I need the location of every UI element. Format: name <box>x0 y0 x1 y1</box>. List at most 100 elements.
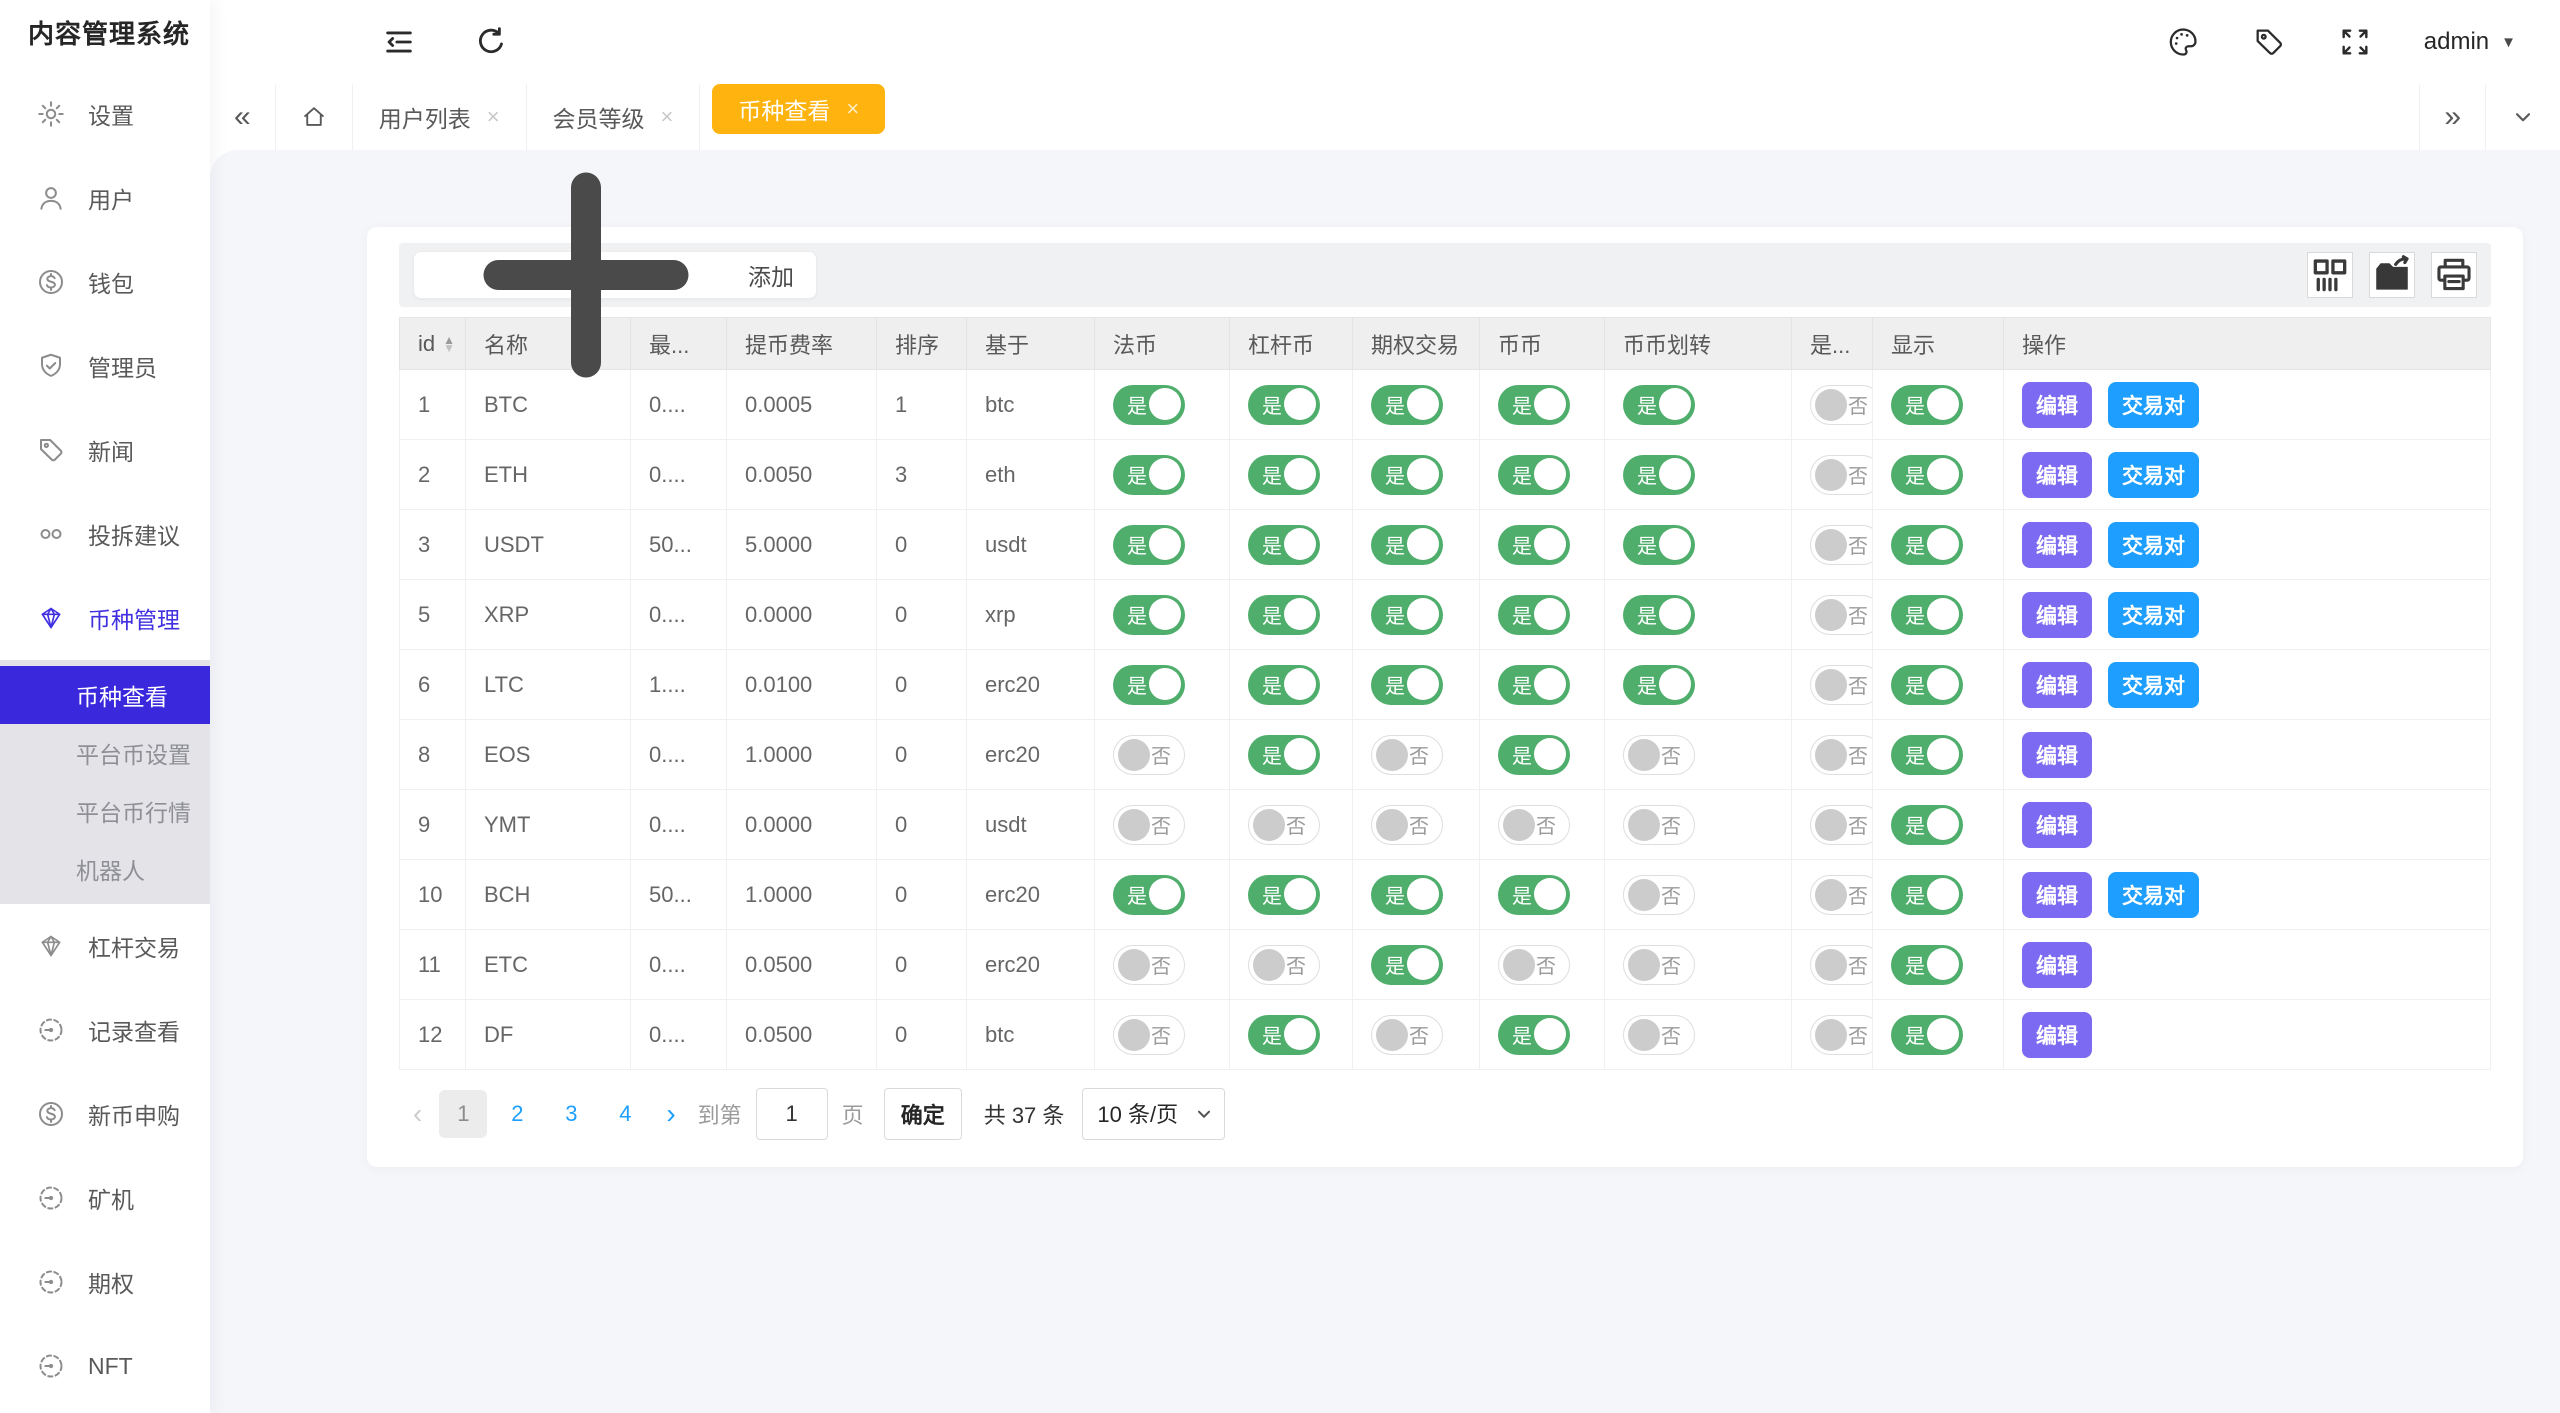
edit-button[interactable]: 编辑 <box>2022 732 2092 778</box>
sidebar-item[interactable]: 记录查看 <box>0 988 210 1072</box>
sidebar-item[interactable]: NFT <box>0 1324 210 1408</box>
user-menu[interactable]: admin ▼ <box>2424 28 2516 56</box>
edit-button[interactable]: 编辑 <box>2022 452 2092 498</box>
edit-button[interactable]: 编辑 <box>2022 872 2092 918</box>
toggle-yes[interactable]: 是 <box>1891 385 1963 425</box>
edit-button[interactable]: 编辑 <box>2022 592 2092 638</box>
toggle-yes[interactable]: 是 <box>1248 525 1320 565</box>
toggle-no[interactable]: 否 <box>1371 1015 1443 1055</box>
close-tab-icon[interactable]: × <box>661 104 674 130</box>
sidebar-item[interactable]: 期权 <box>0 1240 210 1324</box>
toggle-yes[interactable]: 是 <box>1371 875 1443 915</box>
toggle-no[interactable]: 否 <box>1810 875 1873 915</box>
toggle-yes[interactable]: 是 <box>1623 385 1695 425</box>
trading-pair-button[interactable]: 交易对 <box>2108 592 2199 638</box>
toggle-yes[interactable]: 是 <box>1248 455 1320 495</box>
tab[interactable]: 会员等级× <box>527 84 701 150</box>
toggle-yes[interactable]: 是 <box>1891 735 1963 775</box>
toggle-yes[interactable]: 是 <box>1891 525 1963 565</box>
sidebar-item[interactable]: 新币申购 <box>0 1072 210 1156</box>
toggle-yes[interactable]: 是 <box>1498 665 1570 705</box>
sidebar-item[interactable]: 投拆建议 <box>0 492 210 576</box>
edit-button[interactable]: 编辑 <box>2022 1012 2092 1058</box>
toggle-yes[interactable]: 是 <box>1891 455 1963 495</box>
toggle-no[interactable]: 否 <box>1113 735 1185 775</box>
sidebar-item[interactable]: 用户 <box>0 156 210 240</box>
page-number-button[interactable]: 2 <box>493 1090 541 1138</box>
toggle-no[interactable]: 否 <box>1623 1015 1695 1055</box>
toggle-yes[interactable]: 是 <box>1371 945 1443 985</box>
prev-page-button[interactable]: ‹ <box>399 1098 436 1130</box>
toggle-yes[interactable]: 是 <box>1891 665 1963 705</box>
toggle-yes[interactable]: 是 <box>1498 455 1570 495</box>
toggle-yes[interactable]: 是 <box>1623 665 1695 705</box>
fullscreen-icon[interactable] <box>2338 25 2372 59</box>
trading-pair-button[interactable]: 交易对 <box>2108 382 2199 428</box>
toggle-yes[interactable]: 是 <box>1113 385 1185 425</box>
toggle-no[interactable]: 否 <box>1498 945 1570 985</box>
toggle-no[interactable]: 否 <box>1623 805 1695 845</box>
theme-palette-icon[interactable] <box>2166 25 2200 59</box>
toggle-yes[interactable]: 是 <box>1498 735 1570 775</box>
refresh-icon[interactable] <box>474 25 508 59</box>
edit-button[interactable]: 编辑 <box>2022 382 2092 428</box>
toggle-yes[interactable]: 是 <box>1371 385 1443 425</box>
export-button[interactable] <box>2369 252 2415 298</box>
sidebar-item[interactable]: 杠杆交易 <box>0 904 210 988</box>
tabs-scroll-left-button[interactable]: « <box>210 84 276 150</box>
toggle-no[interactable]: 否 <box>1810 735 1873 775</box>
sidebar-item[interactable]: 设置 <box>0 72 210 156</box>
toggle-no[interactable]: 否 <box>1113 1015 1185 1055</box>
toggle-yes[interactable]: 是 <box>1498 525 1570 565</box>
close-tab-icon[interactable]: × <box>846 96 859 122</box>
toggle-no[interactable]: 否 <box>1810 595 1873 635</box>
trading-pair-button[interactable]: 交易对 <box>2108 522 2199 568</box>
toggle-yes[interactable]: 是 <box>1248 1015 1320 1055</box>
collapse-sidebar-icon[interactable] <box>382 25 416 59</box>
toggle-yes[interactable]: 是 <box>1891 875 1963 915</box>
sidebar-item[interactable]: 新闻 <box>0 408 210 492</box>
toggle-yes[interactable]: 是 <box>1498 1015 1570 1055</box>
toggle-no[interactable]: 否 <box>1248 945 1320 985</box>
toggle-yes[interactable]: 是 <box>1371 455 1443 495</box>
trading-pair-button[interactable]: 交易对 <box>2108 452 2199 498</box>
toggle-no[interactable]: 否 <box>1371 735 1443 775</box>
home-tab[interactable] <box>276 84 353 150</box>
sidebar-subitem[interactable]: 机器人 <box>0 840 210 898</box>
toggle-yes[interactable]: 是 <box>1248 875 1320 915</box>
toggle-yes[interactable]: 是 <box>1498 385 1570 425</box>
toggle-yes[interactable]: 是 <box>1113 875 1185 915</box>
toggle-no[interactable]: 否 <box>1371 805 1443 845</box>
toggle-no[interactable]: 否 <box>1248 805 1320 845</box>
toggle-no[interactable]: 否 <box>1113 805 1185 845</box>
sidebar-subitem[interactable]: 平台币设置 <box>0 724 210 782</box>
columns-filter-button[interactable] <box>2307 252 2353 298</box>
next-page-button[interactable]: › <box>652 1098 689 1130</box>
toggle-yes[interactable]: 是 <box>1623 455 1695 495</box>
toggle-yes[interactable]: 是 <box>1891 805 1963 845</box>
toggle-no[interactable]: 否 <box>1623 735 1695 775</box>
toggle-yes[interactable]: 是 <box>1623 595 1695 635</box>
toggle-no[interactable]: 否 <box>1623 875 1695 915</box>
toggle-yes[interactable]: 是 <box>1891 945 1963 985</box>
tabs-menu-button[interactable] <box>2485 84 2560 150</box>
page-number-button[interactable]: 1 <box>439 1090 487 1138</box>
sidebar-item[interactable]: 管理员 <box>0 324 210 408</box>
sidebar-item[interactable]: 币种管理 <box>0 576 210 660</box>
page-size-select[interactable]: 10 条/页 <box>1082 1088 1225 1140</box>
toggle-no[interactable]: 否 <box>1498 805 1570 845</box>
toggle-yes[interactable]: 是 <box>1113 595 1185 635</box>
toggle-yes[interactable]: 是 <box>1371 665 1443 705</box>
toggle-yes[interactable]: 是 <box>1113 455 1185 495</box>
trading-pair-button[interactable]: 交易对 <box>2108 872 2199 918</box>
toggle-yes[interactable]: 是 <box>1498 875 1570 915</box>
sidebar-subitem[interactable]: 平台币行情 <box>0 782 210 840</box>
toggle-no[interactable]: 否 <box>1810 385 1873 425</box>
edit-button[interactable]: 编辑 <box>2022 942 2092 988</box>
toggle-yes[interactable]: 是 <box>1248 665 1320 705</box>
page-number-button[interactable]: 3 <box>547 1090 595 1138</box>
toggle-yes[interactable]: 是 <box>1113 525 1185 565</box>
toggle-no[interactable]: 否 <box>1623 945 1695 985</box>
toggle-yes[interactable]: 是 <box>1623 525 1695 565</box>
toggle-no[interactable]: 否 <box>1810 665 1873 705</box>
